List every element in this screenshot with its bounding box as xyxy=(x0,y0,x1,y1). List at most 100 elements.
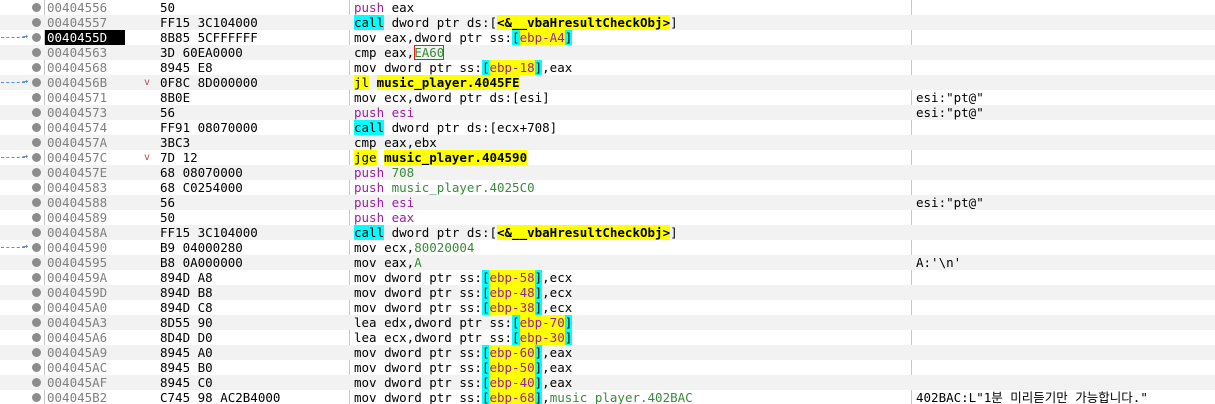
breakpoint-dot-icon[interactable] xyxy=(32,18,41,27)
bytes-cell: 8945 A0 xyxy=(160,345,213,360)
disasm-row[interactable]: 00404595 B8 0A000000 mov eax,A A:'\n' xyxy=(0,255,1215,270)
disasm-row[interactable]: 00404556 50 push eax xyxy=(0,0,1215,15)
disasm-row[interactable]: 00404571 8B0E mov ecx,dword ptr ds:[esi] es… xyxy=(0,90,1215,105)
bytes-cell: 8945 B0 xyxy=(160,360,213,375)
jump-arrow-icon: → xyxy=(0,75,28,90)
breakpoint-dot-icon[interactable] xyxy=(32,258,41,267)
breakpoint-dot-icon[interactable] xyxy=(32,168,41,177)
breakpoint-dot-icon[interactable] xyxy=(32,108,41,117)
breakpoint-dot-icon[interactable] xyxy=(32,393,41,402)
breakpoint-dot-icon[interactable] xyxy=(32,318,41,327)
breakpoint-dot-icon[interactable] xyxy=(32,288,41,297)
bytes-cell: FF91 08070000 xyxy=(160,120,258,135)
disasm-row[interactable]: 004045AC 8945 B0 mov dword ptr ss:[ebp-50]… xyxy=(0,360,1215,375)
disasm-row[interactable]: 004045B2 C745 98 AC2B4000 mov dword ptr ss… xyxy=(0,390,1215,404)
address-cell: 004045B2 xyxy=(47,390,108,404)
breakpoint-dot-icon[interactable] xyxy=(32,3,41,12)
disasm-row[interactable]: → 0040455D 8B85 5CFFFFFF mov eax,dword ptr … xyxy=(0,30,1215,45)
instruction-token xyxy=(377,150,385,165)
instruction-cell: cmp eax,ebx xyxy=(354,135,437,150)
breakpoint-dot-icon[interactable] xyxy=(32,228,41,237)
instruction-cell: mov dword ptr ss:[ebp-50],eax xyxy=(354,360,572,375)
instruction-token: [ xyxy=(512,315,520,330)
disasm-row[interactable]: 00404574 FF91 08070000 call dword ptr ds:[… xyxy=(0,120,1215,135)
address-cell: 00404574 xyxy=(47,120,108,135)
disasm-row[interactable]: → 0040457C v 7D 12 jge music_player.404590 xyxy=(0,150,1215,165)
instruction-cell: mov dword ptr ss:[ebp-40],eax xyxy=(354,375,572,390)
disasm-row[interactable]: → 00404590 B9 04000280 mov ecx,80020004 xyxy=(0,240,1215,255)
disasm-row[interactable]: 00404588 56 push esi esi:"pt@" xyxy=(0,195,1215,210)
breakpoint-dot-icon[interactable] xyxy=(32,78,41,87)
instruction-cell: mov dword ptr ss:[ebp-68],music_player.4… xyxy=(354,390,693,404)
instruction-token: mov ecx, xyxy=(354,240,415,255)
instruction-token: <&__vbaHresultCheckObj> xyxy=(497,225,671,240)
instruction-token: ,ecx xyxy=(542,285,573,300)
breakpoint-dot-icon[interactable] xyxy=(32,63,41,72)
instruction-token: ebp-70 xyxy=(519,315,565,330)
bytes-cell: 68 08070000 xyxy=(160,165,243,180)
disasm-row[interactable]: 00404589 50 push eax xyxy=(0,210,1215,225)
instruction-token: ] xyxy=(564,315,573,330)
disasm-row[interactable]: 0040457E 68 08070000 push 708 xyxy=(0,165,1215,180)
breakpoint-dot-icon[interactable] xyxy=(32,243,41,252)
instruction-token: eax xyxy=(384,210,415,225)
instruction-token: mov eax,dword ptr ss: xyxy=(354,30,513,45)
breakpoint-dot-icon[interactable] xyxy=(32,123,41,132)
breakpoint-dot-icon[interactable] xyxy=(32,153,41,162)
address-cell: 00404571 xyxy=(47,90,108,105)
breakpoint-dot-icon[interactable] xyxy=(32,183,41,192)
instruction-token: ebp-30 xyxy=(519,330,565,345)
breakpoint-dot-icon[interactable] xyxy=(32,93,41,102)
address-cell: 0040457E xyxy=(47,165,108,180)
disasm-row[interactable]: 004045A3 8D55 90 lea edx,dword ptr ss:[ebp… xyxy=(0,315,1215,330)
disasm-row[interactable]: 0040459A 894D A8 mov dword ptr ss:[ebp-58]… xyxy=(0,270,1215,285)
instruction-token: ] xyxy=(564,30,573,45)
disasm-row[interactable]: 00404568 8945 E8 mov dword ptr ss:[ebp-18]… xyxy=(0,60,1215,75)
disasm-row[interactable]: 0040457A 3BC3 cmp eax,ebx xyxy=(0,135,1215,150)
bytes-cell: 894D B8 xyxy=(160,285,213,300)
instruction-token: mov dword ptr ss: xyxy=(354,60,482,75)
instruction-token: mov dword ptr ss: xyxy=(354,285,482,300)
disasm-row[interactable]: 004045A9 8945 A0 mov dword ptr ss:[ebp-60]… xyxy=(0,345,1215,360)
disasm-row[interactable]: 004045AF 8945 C0 mov dword ptr ss:[ebp-40]… xyxy=(0,375,1215,390)
breakpoint-dot-icon[interactable] xyxy=(32,303,41,312)
breakpoint-dot-icon[interactable] xyxy=(32,363,41,372)
breakpoint-dot-icon[interactable] xyxy=(32,198,41,207)
breakpoint-dot-icon[interactable] xyxy=(32,138,41,147)
address-cell: 00404568 xyxy=(47,60,108,75)
instruction-token: EA60 xyxy=(414,45,445,60)
breakpoint-dot-icon[interactable] xyxy=(32,333,41,342)
instruction-cell: push eax xyxy=(354,0,414,15)
instruction-cell: lea edx,dword ptr ss:[ebp-70] xyxy=(354,315,573,330)
breakpoint-dot-icon[interactable] xyxy=(32,48,41,57)
disasm-row[interactable]: 00404583 68 C0254000 push music_player.402… xyxy=(0,180,1215,195)
instruction-token: ebp-68 xyxy=(489,390,535,404)
branch-marker-icon: v xyxy=(144,152,151,163)
disasm-row[interactable]: 00404557 FF15 3C104000 call dword ptr ds:[… xyxy=(0,15,1215,30)
comment-cell: esi:"pt@" xyxy=(916,90,984,105)
disasm-row[interactable]: 004045A6 8D4D D0 lea ecx,dword ptr ss:[ebp… xyxy=(0,330,1215,345)
instruction-cell: push eax xyxy=(354,210,414,225)
address-cell: 00404588 xyxy=(47,195,108,210)
instruction-token: mov dword ptr ss: xyxy=(354,375,482,390)
disasm-row[interactable]: 0040458A FF15 3C104000 call dword ptr ds:[… xyxy=(0,225,1215,240)
disasm-row[interactable]: 0040459D 894D B8 mov dword ptr ss:[ebp-48]… xyxy=(0,285,1215,300)
disassembly-view[interactable]: 00404556 50 push eax 00404557 FF15 3C104000 c… xyxy=(0,0,1215,404)
bytes-cell: 50 xyxy=(160,210,176,225)
instruction-token: mov dword ptr ss: xyxy=(354,270,482,285)
breakpoint-dot-icon[interactable] xyxy=(32,213,41,222)
instruction-token: , xyxy=(542,390,550,404)
disasm-row[interactable]: 00404573 56 push esi esi:"pt@" xyxy=(0,105,1215,120)
bytes-cell: 7D 12 xyxy=(160,150,198,165)
disasm-row[interactable]: 00404563 3D 60EA0000 cmp eax,EA60 xyxy=(0,45,1215,60)
disasm-row[interactable]: → 0040456B v 0F8C 8D000000 jl music_player.4… xyxy=(0,75,1215,90)
instruction-token: ebp-40 xyxy=(489,375,535,390)
breakpoint-dot-icon[interactable] xyxy=(32,273,41,282)
breakpoint-dot-icon[interactable] xyxy=(32,378,41,387)
disasm-row[interactable]: 004045A0 894D C8 mov dword ptr ss:[ebp-38]… xyxy=(0,300,1215,315)
breakpoint-dot-icon[interactable] xyxy=(32,33,41,42)
instruction-token: mov ecx,dword ptr ds:[esi] xyxy=(354,90,550,105)
bytes-cell: 0F8C 8D000000 xyxy=(160,75,258,90)
breakpoint-dot-icon[interactable] xyxy=(32,348,41,357)
instruction-cell: mov dword ptr ss:[ebp-58],ecx xyxy=(354,270,572,285)
